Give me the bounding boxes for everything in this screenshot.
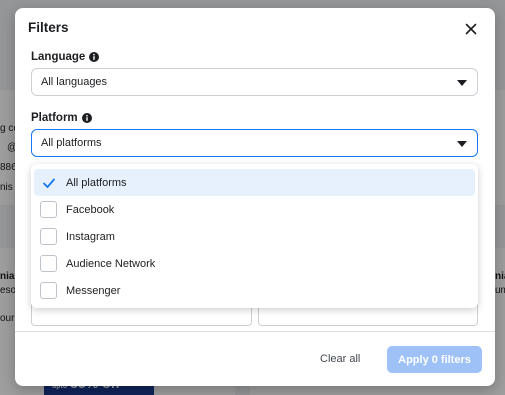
close-icon: [465, 23, 477, 35]
language-label-row: Language: [31, 51, 100, 63]
platform-option-messenger[interactable]: Messenger: [34, 277, 475, 304]
checkbox[interactable]: [40, 228, 57, 245]
dialog-footer: Clear all Apply 0 filters: [15, 331, 495, 386]
dialog-title: Filters: [28, 20, 69, 35]
checkmark-icon: [42, 178, 55, 188]
background-text: umu: [495, 285, 505, 296]
background-text: nia:: [495, 271, 505, 282]
option-label: Facebook: [66, 203, 115, 216]
caret-down-icon: [457, 141, 467, 147]
platform-label: Platform: [31, 112, 78, 124]
apply-filters-button[interactable]: Apply 0 filters: [387, 346, 482, 373]
option-label: Messenger: [66, 284, 121, 297]
language-select-value: All languages: [41, 76, 108, 88]
checkbox[interactable]: [40, 201, 57, 218]
platform-option-instagram[interactable]: Instagram: [34, 223, 475, 250]
checkbox-checked[interactable]: [40, 174, 57, 191]
caret-down-icon: [457, 80, 467, 86]
info-icon[interactable]: [89, 52, 100, 62]
checkbox[interactable]: [40, 282, 57, 299]
info-icon[interactable]: [81, 113, 92, 123]
option-label: Audience Network: [66, 257, 156, 270]
platform-select-value: All platforms: [41, 137, 102, 149]
platform-option-facebook[interactable]: Facebook: [34, 196, 475, 223]
platform-option-audience-network[interactable]: Audience Network: [34, 250, 475, 277]
background-text: nia: [0, 271, 15, 282]
platform-option-all-platforms[interactable]: All platforms: [34, 169, 475, 196]
language-label: Language: [31, 51, 86, 63]
clear-all-button[interactable]: Clear all: [320, 349, 360, 369]
close-button[interactable]: [462, 20, 480, 38]
option-label: All platforms: [66, 176, 127, 189]
platform-dropdown-list: All platforms Facebook Instagram Audienc…: [31, 164, 478, 308]
checkbox[interactable]: [40, 255, 57, 272]
language-select[interactable]: All languages: [31, 68, 478, 96]
platform-label-row: Platform: [31, 112, 92, 124]
platform-select[interactable]: All platforms: [31, 129, 478, 157]
option-label: Instagram: [66, 230, 115, 243]
